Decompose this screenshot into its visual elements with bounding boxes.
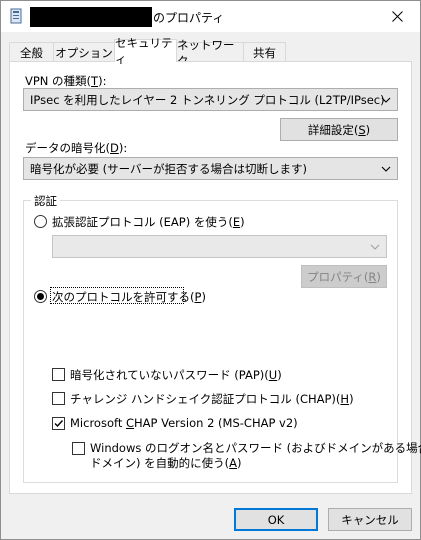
chap-label[interactable]: チャレンジ ハンドシェイク認証プロトコル (CHAP)(H)	[70, 391, 354, 407]
ok-button[interactable]: OK	[234, 508, 318, 531]
authentication-group-title: 認証	[31, 193, 60, 209]
window-title: のプロパティ	[153, 11, 225, 25]
chap-checkbox[interactable]	[52, 392, 65, 405]
mschap-checkbox[interactable]	[52, 417, 65, 430]
allow-protocols-label[interactable]: 次のプロトコルを許可する(P)	[52, 289, 206, 305]
tab-options[interactable]: オプション	[53, 42, 115, 62]
tab-label: セキュリティ	[115, 36, 173, 66]
redacted-connection-name	[30, 7, 152, 27]
properties-dialog: のプロパティ 全般 オプション ネットワーク 共有 セキュリティ VPN の種類…	[0, 0, 421, 540]
tab-sharing[interactable]: 共有	[243, 42, 286, 62]
vpn-type-value: IPsec を利用したレイヤー 2 トンネリング プロトコル (L2TP/IPs…	[30, 92, 385, 107]
windows-logon-label-line2[interactable]: ドメイン) を自動的に使う(A)	[90, 455, 242, 471]
vpn-type-select[interactable]: IPsec を利用したレイヤー 2 トンネリング プロトコル (L2TP/IPs…	[23, 88, 398, 111]
tab-security[interactable]: セキュリティ	[114, 36, 177, 66]
eap-method-select[interactable]	[52, 235, 387, 258]
tab-label: 全般	[20, 45, 43, 60]
cancel-button[interactable]: キャンセル	[328, 508, 412, 531]
chevron-down-icon	[370, 244, 380, 250]
vpn-type-label: VPN の種類(T):	[25, 74, 107, 88]
eap-properties-button[interactable]: プロパティ(R)	[301, 265, 387, 288]
eap-label[interactable]: 拡張認証プロトコル (EAP) を使う(E)	[52, 214, 245, 230]
close-button[interactable]	[374, 1, 420, 32]
eap-radio[interactable]	[34, 215, 47, 228]
tab-general[interactable]: 全般	[9, 42, 54, 62]
close-icon	[391, 11, 403, 22]
advanced-settings-button[interactable]: 詳細設定(S)	[280, 118, 398, 141]
tab-label: 共有	[253, 45, 276, 60]
title-bar[interactable]: のプロパティ	[1, 1, 420, 32]
tab-network[interactable]: ネットワーク	[176, 38, 244, 68]
tab-label: オプション	[55, 45, 113, 60]
encryption-label: データの暗号化(D):	[25, 141, 128, 155]
encryption-select[interactable]: 暗号化が必要 (サーバーが拒否する場合は切断します)	[23, 157, 398, 180]
windows-logon-checkbox[interactable]	[72, 442, 85, 455]
windows-logon-label-line1[interactable]: Windows のログオン名とパスワード (およびドメインがある場合は	[90, 440, 421, 456]
pap-label[interactable]: 暗号化されていないパスワード (PAP)(U)	[70, 367, 282, 383]
mschap-label[interactable]: Microsoft CHAP Version 2 (MS-CHAP v2)	[70, 416, 298, 430]
chevron-down-icon	[381, 97, 391, 103]
allow-protocols-radio[interactable]	[34, 290, 47, 303]
chevron-down-icon	[381, 166, 391, 172]
pap-checkbox[interactable]	[52, 368, 65, 381]
encryption-value: 暗号化が必要 (サーバーが拒否する場合は切断します)	[30, 161, 308, 176]
checkmark-icon	[54, 420, 64, 428]
network-connection-icon	[10, 8, 22, 24]
